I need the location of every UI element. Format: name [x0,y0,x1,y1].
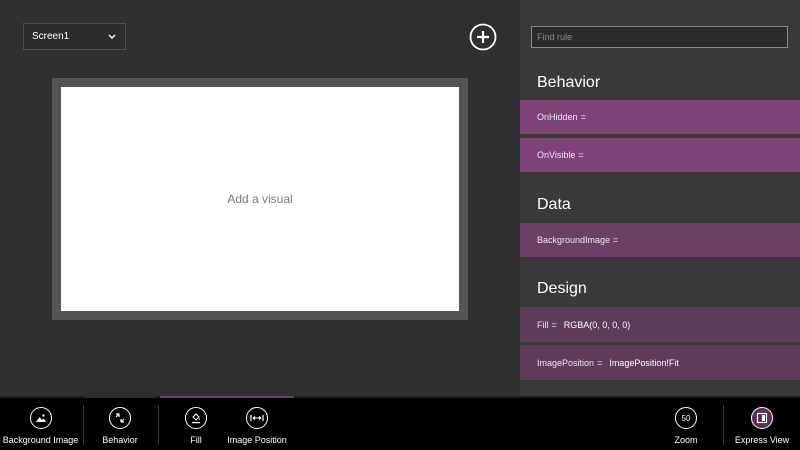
rule-name: BackgroundImage [537,235,611,245]
behavior-icon [109,407,131,429]
rule-onhidden[interactable]: OnHidden = [520,100,800,134]
image-position-button[interactable]: Image Position [227,407,287,445]
appbar-separator [158,405,159,445]
background-image-button[interactable]: Background Image [3,407,78,445]
chevron-down-icon [107,32,117,42]
rule-value: ImagePosition!Fit [609,357,679,368]
rule-fill[interactable]: Fill = RGBA(0, 0, 0, 0) [520,307,800,342]
rule-onvisible[interactable]: OnVisible = [520,138,800,172]
rule-operator: = [613,235,619,245]
fill-button[interactable]: Fill [184,407,208,445]
section-title-design: Design [537,280,587,297]
image-position-label: Image Position [227,435,287,445]
rule-operator: = [597,357,603,368]
add-visual-placeholder: Add a visual [227,192,293,206]
rule-operator: = [578,150,584,160]
fill-label: Fill [190,435,202,445]
screen-selector[interactable]: Screen1 [23,23,126,50]
express-view-icon [751,407,773,429]
canvas-area: Screen1 Add a visual [0,0,520,398]
rules-panel: Behavior OnHidden = OnVisible = Data Bac… [520,0,800,398]
screen-canvas-frame: Add a visual [52,78,468,320]
rule-operator: = [580,112,586,122]
appbar-separator [83,405,84,445]
app-window: Screen1 Add a visual Behavior OnHidden = [0,0,800,450]
zoom-value: 50 [681,413,691,423]
zoom-label: Zoom [674,435,698,445]
rule-name: OnHidden [537,112,578,122]
appbar-separator [723,405,724,445]
plus-circle-icon [469,23,497,51]
image-position-icon [246,407,268,429]
rule-imageposition[interactable]: ImagePosition = ImagePosition!Fit [520,345,800,380]
express-view-button[interactable]: Express View [734,407,790,445]
zoom-button[interactable]: 50 Zoom [673,407,699,445]
screen-canvas[interactable]: Add a visual [61,87,459,311]
zoom-indicator: 50 [675,407,697,429]
image-icon [29,407,52,429]
rule-name: Fill [537,319,549,330]
rule-operator: = [551,319,557,330]
add-screen-button[interactable] [469,23,497,51]
rule-backgroundimage[interactable]: BackgroundImage = [520,223,800,257]
behavior-button[interactable]: Behavior [97,407,143,445]
express-view-label: Express View [734,435,790,445]
screen-selector-value: Screen1 [32,31,70,42]
section-title-data: Data [537,196,571,213]
rule-name: ImagePosition [537,357,595,368]
section-title-behavior: Behavior [537,74,601,91]
paint-bucket-icon [185,407,207,429]
rule-value: RGBA(0, 0, 0, 0) [563,319,631,330]
background-image-label: Background Image [2,435,79,445]
rule-name: OnVisible [537,150,576,160]
find-rule-input[interactable] [531,26,788,48]
behavior-label: Behavior [102,435,138,445]
